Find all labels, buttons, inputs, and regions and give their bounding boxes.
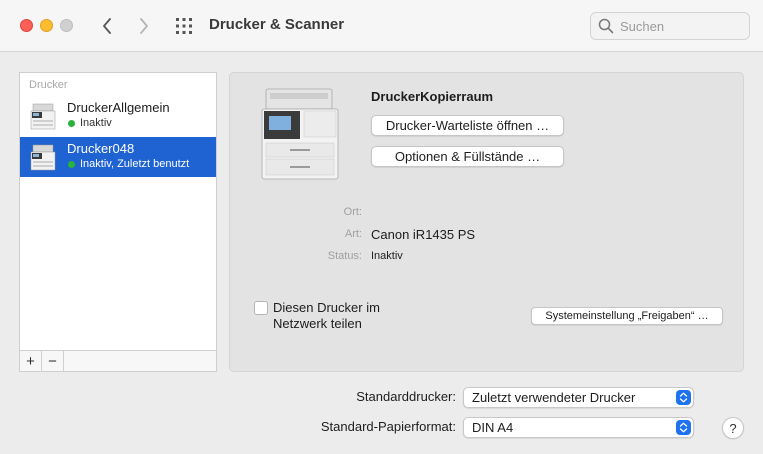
printer-title: DruckerKopierraum [371, 89, 494, 104]
window-title: Drucker & Scanner [209, 16, 345, 33]
status-dot-icon [68, 120, 75, 127]
default-printer-value: Zuletzt verwendeter Drucker [472, 390, 636, 405]
printer-name: Drucker048 [67, 141, 135, 156]
printer-detail-panel: DruckerKopierraum Drucker-Warteliste öff… [229, 72, 744, 372]
printer-icon [30, 144, 56, 171]
search-field[interactable] [590, 12, 750, 40]
search-input[interactable] [620, 18, 745, 35]
popup-arrows-icon [676, 420, 691, 435]
list-footer: + − [20, 350, 216, 372]
zoom-window-button[interactable] [60, 19, 73, 32]
printers-scanners-window: Drucker & Scanner Drucker DruckerAllgeme… [0, 0, 763, 454]
grid-icon [176, 18, 192, 34]
chevron-left-icon [103, 18, 111, 34]
default-printer-select[interactable]: Zuletzt verwendeter Drucker [463, 387, 694, 408]
minimize-window-button[interactable] [40, 19, 53, 32]
default-printer-label: Standarddrucker: [356, 389, 456, 404]
status-label: Status: [327, 250, 362, 262]
status-value: Inaktiv [371, 250, 403, 262]
options-supplies-button[interactable]: Optionen & Füllstände … [371, 146, 564, 167]
remove-printer-button[interactable]: − [42, 351, 64, 372]
printer-list-item[interactable]: DruckerAllgemein Inaktiv [20, 96, 216, 136]
kind-value: Canon iR1435 PS [371, 227, 476, 242]
printer-icon [30, 103, 56, 130]
printer-list: Drucker DruckerAllgemein Inaktiv Drucker… [19, 72, 217, 372]
sharing-preferences-button[interactable]: Systemeinstellung „Freigaben“ … [531, 307, 723, 325]
paper-size-select[interactable]: DIN A4 [463, 417, 694, 438]
search-icon [598, 18, 614, 34]
kind-label: Art: [344, 228, 362, 240]
printer-name: DruckerAllgemein [67, 100, 170, 115]
show-all-button[interactable] [175, 17, 193, 35]
list-header: Drucker [29, 79, 68, 91]
forward-button[interactable] [133, 14, 155, 38]
paper-size-label: Standard-Papierformat: [320, 419, 456, 434]
share-printer-checkbox[interactable] [254, 301, 268, 315]
toolbar: Drucker & Scanner [0, 0, 763, 52]
add-printer-button[interactable]: + [20, 351, 42, 372]
location-label: Ort: [343, 206, 362, 218]
open-print-queue-button[interactable]: Drucker-Warteliste öffnen … [371, 115, 564, 136]
share-printer-label: Diesen Drucker im Netzwerk teilen [273, 300, 380, 331]
back-button[interactable] [96, 14, 118, 38]
paper-size-value: DIN A4 [472, 420, 514, 435]
printer-image-icon [261, 88, 339, 180]
status-dot-icon [68, 161, 75, 168]
popup-arrows-icon [676, 390, 691, 405]
help-button[interactable]: ? [722, 417, 744, 439]
printer-status: Inaktiv [80, 117, 112, 129]
chevron-right-icon [140, 18, 148, 34]
printer-status: Inaktiv, Zuletzt benutzt [80, 158, 190, 170]
close-window-button[interactable] [20, 19, 33, 32]
printer-list-item-selected[interactable]: Drucker048 Inaktiv, Zuletzt benutzt [20, 137, 216, 177]
